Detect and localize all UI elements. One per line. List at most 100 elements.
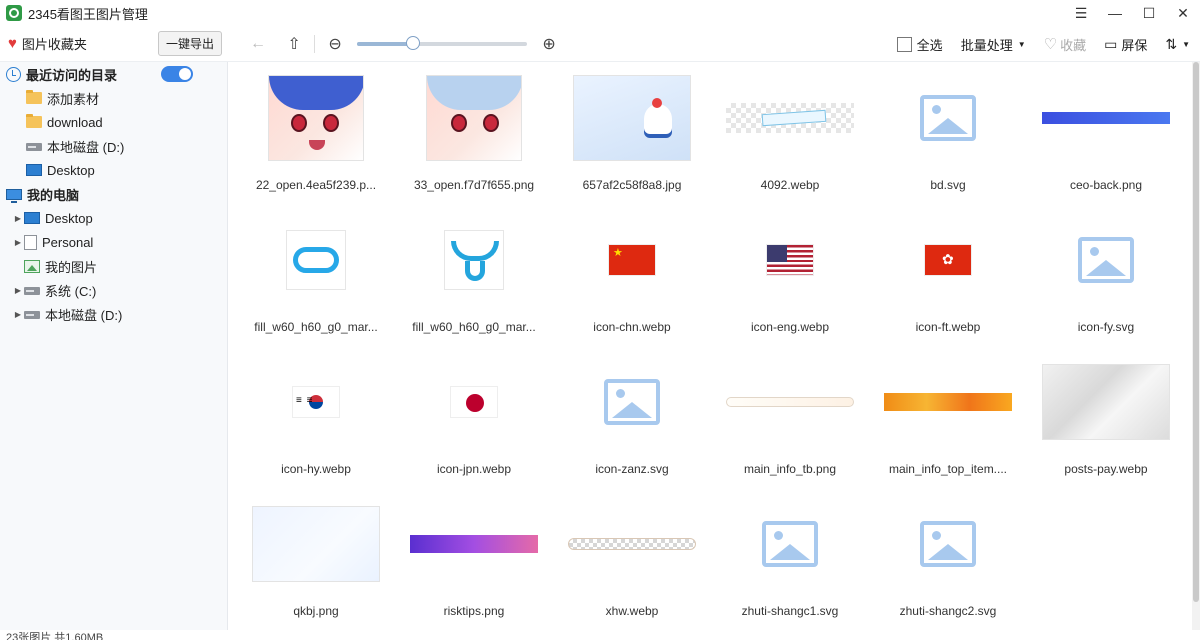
image-placeholder-icon — [920, 95, 976, 141]
heart-icon: ♥ — [8, 35, 17, 52]
file-name: 22_open.4ea5f239.p... — [255, 178, 377, 192]
zoom-slider[interactable] — [357, 35, 528, 50]
image-tile[interactable]: zhuti-shangc1.svg — [711, 494, 869, 630]
file-name: icon-chn.webp — [593, 320, 671, 334]
sidebar-item-label: 添加素材 — [47, 91, 100, 107]
caret-right-icon[interactable]: ▶ — [12, 310, 24, 319]
sidebar-item-computer[interactable]: ▶ Personal — [12, 230, 93, 254]
sidebar-item-label: download — [47, 114, 103, 130]
minimize-icon[interactable]: — — [1098, 0, 1132, 26]
sidebar-item-label: 本地磁盘 (D:) — [45, 307, 123, 323]
screensaver-label: 屏保 — [1121, 37, 1148, 53]
recent-dirs-toggle[interactable] — [161, 66, 193, 82]
thumbnail — [410, 72, 538, 164]
image-tile[interactable]: risktips.png — [395, 494, 553, 630]
favorite-label: 收藏 — [1060, 37, 1087, 53]
screensaver-button[interactable]: ▭ 屏保 — [1104, 35, 1147, 54]
thumbnail-image — [426, 75, 522, 161]
image-tile[interactable]: fill_w60_h60_g0_mar... — [237, 210, 395, 350]
image-tile[interactable]: icon-zanz.svg — [553, 352, 711, 492]
sidebar-item-computer[interactable]: ▶ 本地磁盘 (D:) — [12, 302, 122, 326]
select-all[interactable]: 全选 — [896, 35, 943, 54]
file-name: 657af2c58f8a8.jpg — [582, 178, 682, 192]
recent-dirs-header[interactable]: 最近访问的目录 — [6, 62, 117, 86]
image-tile[interactable]: 22_open.4ea5f239.p... — [237, 68, 395, 208]
image-tile[interactable]: main_info_tb.png — [711, 352, 869, 492]
caret-right-icon[interactable]: ▶ — [12, 214, 24, 223]
sort-dropdown[interactable]: ⇅ ▼ — [1165, 36, 1190, 53]
file-name: icon-ft.webp — [915, 320, 981, 334]
zoom-in-icon[interactable]: ⊕ — [537, 32, 561, 56]
image-placeholder-icon — [762, 521, 818, 567]
batch-process-label: 批量处理 — [960, 37, 1013, 53]
back-arrow-icon[interactable]: ← — [246, 32, 270, 56]
image-tile[interactable]: qkbj.png — [237, 494, 395, 630]
file-name: bd.svg — [930, 178, 966, 192]
thumbnail-image — [252, 506, 380, 582]
thumbnail — [726, 72, 854, 164]
toolbar: ♥ 图片收藏夹 一键导出 ← ⇧ ⊖ ⊕ 全选 批量处理 ▼ ♡ 收藏 ▭ 屏保… — [0, 26, 1200, 62]
image-tile[interactable]: 657af2c58f8a8.jpg — [553, 68, 711, 208]
sidebar-item-recent[interactable]: 添加素材 — [26, 86, 99, 110]
thumbnail — [252, 498, 380, 590]
thumbnail — [1042, 356, 1170, 448]
image-tile[interactable]: fill_w60_h60_g0_mar... — [395, 210, 553, 350]
folder-icon — [26, 114, 42, 128]
favorites-folder[interactable]: ♥ 图片收藏夹 — [8, 34, 158, 53]
drive-icon — [24, 287, 40, 295]
sidebar-item-recent[interactable]: Desktop — [26, 158, 95, 182]
zoom-out-icon[interactable]: ⊖ — [323, 32, 347, 56]
thumbnail — [884, 72, 1012, 164]
zoom-slider-thumb[interactable] — [406, 35, 421, 50]
image-tile[interactable]: icon-jpn.webp — [395, 352, 553, 492]
image-tile[interactable]: icon-chn.webp — [553, 210, 711, 350]
sidebar-item-computer[interactable]: 我的图片 — [24, 254, 97, 278]
up-folder-icon[interactable]: ⇧ — [282, 32, 306, 56]
window-controls: ☰ — ☐ ✕ — [1064, 0, 1200, 26]
vertical-scrollbar[interactable] — [1192, 62, 1200, 630]
toolbar-right: 全选 批量处理 ▼ ♡ 收藏 ▭ 屏保 ⇅ ▼ — [896, 26, 1190, 62]
file-name: icon-jpn.webp — [436, 462, 512, 476]
thumbnail-image — [573, 75, 691, 161]
image-tile[interactable]: ceo-back.png — [1027, 68, 1185, 208]
image-tile[interactable]: icon-hy.webp — [237, 352, 395, 492]
image-tile[interactable]: icon-eng.webp — [711, 210, 869, 350]
caret-right-icon[interactable]: ▶ — [12, 286, 24, 295]
image-tile[interactable]: bd.svg — [869, 68, 1027, 208]
export-button[interactable]: 一键导出 — [158, 31, 223, 56]
image-tile[interactable]: 33_open.f7d7f655.png — [395, 68, 553, 208]
image-tile[interactable]: icon-fy.svg — [1027, 210, 1185, 350]
menu-icon[interactable]: ☰ — [1064, 0, 1098, 26]
favorite-button[interactable]: ♡ 收藏 — [1044, 35, 1086, 54]
batch-process-dropdown[interactable]: 批量处理 ▼ — [961, 35, 1026, 54]
thumbnail-image — [726, 397, 854, 407]
thumbnail — [726, 214, 854, 306]
image-tile[interactable]: posts-pay.webp — [1027, 352, 1185, 492]
maximize-icon[interactable]: ☐ — [1132, 0, 1166, 26]
select-all-checkbox[interactable] — [896, 36, 912, 52]
thumbnail-image — [286, 230, 346, 290]
desktop-icon — [24, 212, 40, 224]
thumbnail-image — [410, 535, 538, 553]
file-name: ceo-back.png — [1069, 178, 1143, 192]
sidebar-item-computer[interactable]: ▶ 系统 (C:) — [12, 278, 96, 302]
scrollbar-thumb[interactable] — [1193, 62, 1199, 602]
file-name: qkbj.png — [293, 604, 339, 618]
folder-icon — [26, 90, 42, 104]
image-tile[interactable]: 4092.webp — [711, 68, 869, 208]
image-tile[interactable]: icon-ft.webp — [869, 210, 1027, 350]
thumbnail-image — [887, 500, 1009, 588]
thumbnail — [884, 498, 1012, 590]
sidebar-item-recent[interactable]: 本地磁盘 (D:) — [26, 134, 124, 158]
image-tile[interactable]: main_info_top_item.... — [869, 352, 1027, 492]
image-tile[interactable]: zhuti-shangc2.svg — [869, 494, 1027, 630]
sidebar-item-computer[interactable]: ▶ Desktop — [12, 206, 93, 230]
close-icon[interactable]: ✕ — [1166, 0, 1200, 26]
toolbar-divider — [314, 34, 316, 53]
caret-right-icon[interactable]: ▶ — [12, 238, 24, 247]
my-computer-header[interactable]: 我的电脑 — [6, 182, 79, 206]
sidebar-item-recent[interactable]: download — [26, 110, 103, 134]
app-logo-icon — [6, 5, 22, 21]
file-name: main_info_tb.png — [743, 462, 837, 476]
image-tile[interactable]: xhw.webp — [553, 494, 711, 630]
